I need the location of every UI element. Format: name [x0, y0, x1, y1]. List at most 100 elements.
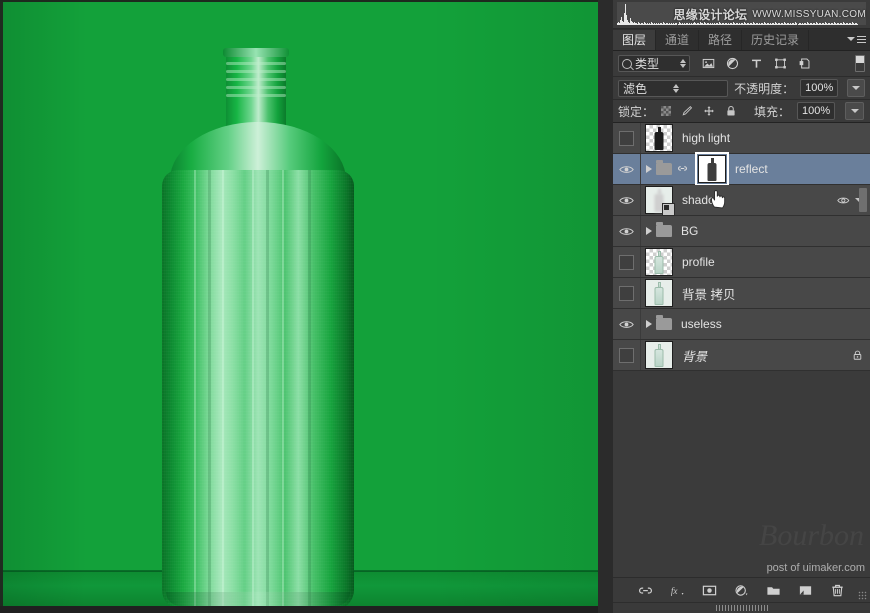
lock-transparent-pixels-icon[interactable]: [661, 106, 671, 116]
layer-visibility-toggle[interactable]: [613, 216, 641, 246]
layer-visibility-toggle[interactable]: [613, 247, 641, 277]
blend-mode-value: 滤色: [623, 80, 673, 97]
pixel-layer-filter-icon[interactable]: [702, 57, 715, 70]
group-expand-arrow-icon[interactable]: [646, 165, 652, 173]
shape-layer-filter-icon[interactable]: [774, 57, 787, 70]
layer-thumbnail[interactable]: [645, 124, 673, 152]
eye-off-icon[interactable]: [619, 286, 634, 301]
layers-panel-footer: fx: [613, 577, 870, 602]
layer-row-useless[interactable]: useless: [613, 309, 870, 340]
layer-visibility-toggle[interactable]: [613, 185, 641, 215]
new-layer-icon[interactable]: [798, 583, 813, 598]
group-expand-arrow-icon[interactable]: [646, 227, 652, 235]
eye-icon[interactable]: [619, 164, 634, 175]
blend-mode-select[interactable]: 滤色: [618, 80, 728, 97]
lock-position-icon[interactable]: [703, 105, 715, 117]
tab-layers[interactable]: 图层: [613, 30, 656, 50]
thumbnail-mask-shape: [708, 158, 717, 181]
document-canvas[interactable]: [0, 0, 598, 613]
folder-icon: [656, 163, 672, 175]
tab-history[interactable]: 历史记录: [742, 30, 809, 50]
smart-object-badge-icon: [662, 203, 675, 216]
layer-name[interactable]: 背景 拷贝: [682, 284, 735, 303]
layer-name[interactable]: useless: [681, 317, 722, 331]
panel-menu-button[interactable]: [847, 32, 865, 46]
layer-thumbnail[interactable]: [645, 341, 673, 369]
thumbnail-bottle: [655, 344, 664, 367]
blend-mode-bar: 滤色 不透明度： 100%: [613, 77, 870, 100]
opacity-label: 不透明度：: [734, 80, 794, 97]
histogram-bar: [857, 24, 858, 25]
type-layer-filter-icon[interactable]: [750, 57, 763, 70]
canvas-frame-border: [0, 0, 598, 613]
script-watermark: Bourbon: [759, 519, 864, 553]
layer-name[interactable]: reflect: [735, 162, 768, 176]
eye-icon[interactable]: [619, 195, 634, 206]
folder-icon: [656, 318, 672, 330]
scrollbar-thumb[interactable]: [716, 605, 768, 611]
layer-thumbnail[interactable]: [645, 279, 673, 307]
chevron-down-icon: [851, 109, 859, 113]
layer-visibility-toggle[interactable]: [613, 309, 641, 339]
layer-row-shadow[interactable]: shadow: [613, 185, 870, 216]
layer-visibility-toggle[interactable]: [613, 340, 641, 370]
fill-value: 100%: [802, 105, 830, 117]
layer-visibility-toggle[interactable]: [613, 278, 641, 308]
layer-row-reflect[interactable]: reflect: [613, 154, 870, 185]
delete-layer-icon[interactable]: [830, 583, 845, 598]
layer-name[interactable]: BG: [681, 224, 698, 238]
lock-all-icon[interactable]: [725, 105, 737, 117]
add-layer-mask-icon[interactable]: [702, 583, 717, 598]
link-mask-icon[interactable]: [677, 163, 688, 175]
layer-name[interactable]: 背景: [682, 346, 707, 365]
layer-style-fx-icon[interactable]: fx: [670, 583, 685, 598]
new-group-icon[interactable]: [766, 583, 781, 598]
layer-effects-visibility-icon[interactable]: [837, 195, 850, 206]
opacity-slider-button[interactable]: [847, 79, 865, 97]
layer-row-bg[interactable]: BG: [613, 216, 870, 247]
layer-name[interactable]: profile: [682, 255, 715, 269]
tab-paths[interactable]: 路径: [699, 30, 742, 50]
adjustment-layer-filter-icon[interactable]: [726, 57, 739, 70]
layers-panel: 思缘设计论坛 WWW.MISSYUAN.COM 图层 通道 路径 历史记录: [613, 0, 870, 613]
opacity-input[interactable]: 100%: [800, 79, 838, 97]
filter-enable-toggle[interactable]: [855, 55, 865, 72]
thumbnail-bottle: [655, 282, 664, 305]
smart-object-filter-icon[interactable]: [798, 57, 811, 70]
layer-visibility-toggle[interactable]: [613, 154, 641, 184]
chevron-updown-icon: [673, 84, 723, 93]
layer-stack-list[interactable]: high light reflect shadow BG profile 背景 拷贝 use…: [613, 123, 870, 371]
layer-row-high-light[interactable]: high light: [613, 123, 870, 154]
fill-slider-button[interactable]: [845, 102, 864, 120]
lock-label: 锁定：: [618, 103, 654, 120]
layer-name[interactable]: shadow: [682, 193, 723, 207]
lock-image-pixels-icon[interactable]: [681, 105, 693, 117]
eye-icon[interactable]: [619, 226, 634, 237]
layer-thumbnail[interactable]: [698, 155, 726, 183]
eye-icon[interactable]: [619, 319, 634, 330]
layer-visibility-toggle[interactable]: [613, 123, 641, 153]
layers-vertical-scrollbar[interactable]: [859, 188, 867, 212]
uimaker-watermark: post of uimaker.com: [767, 562, 865, 574]
resize-grip-icon[interactable]: [858, 591, 867, 600]
histogram-panel[interactable]: 思缘设计论坛 WWW.MISSYUAN.COM: [613, 0, 870, 29]
fill-input[interactable]: 100%: [797, 102, 835, 120]
layer-locked-icon: [852, 349, 863, 361]
link-layers-icon[interactable]: [638, 583, 653, 598]
filter-kind-label: 类型: [635, 55, 677, 72]
layer-name[interactable]: high light: [682, 131, 730, 145]
eye-off-icon[interactable]: [619, 131, 634, 146]
eye-off-icon[interactable]: [619, 348, 634, 363]
filter-icon-group: [702, 57, 847, 70]
layer-thumbnail[interactable]: [645, 186, 673, 214]
layer-row-背景[interactable]: 背景: [613, 340, 870, 371]
new-fill-adjustment-layer-icon[interactable]: [734, 583, 749, 598]
layer-row-profile[interactable]: profile: [613, 247, 870, 278]
filter-kind-select[interactable]: 类型: [618, 55, 690, 72]
horizontal-scrollbar[interactable]: [613, 602, 870, 613]
tab-channels[interactable]: 通道: [656, 30, 699, 50]
group-expand-arrow-icon[interactable]: [646, 320, 652, 328]
eye-off-icon[interactable]: [619, 255, 634, 270]
layer-thumbnail[interactable]: [645, 248, 673, 276]
layer-row-背景-拷贝[interactable]: 背景 拷贝: [613, 278, 870, 309]
